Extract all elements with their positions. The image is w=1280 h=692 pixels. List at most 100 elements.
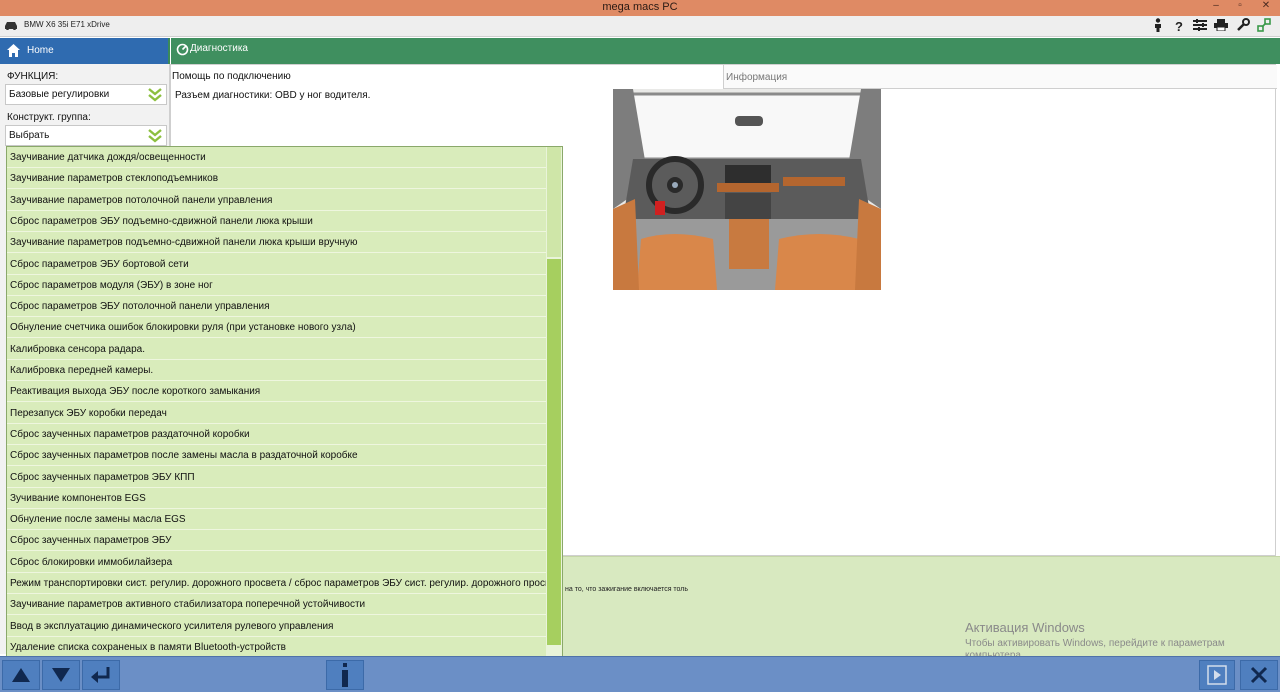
list-item[interactable]: Перезапуск ЭБУ коробки передач <box>7 402 546 424</box>
scroll-down-button[interactable] <box>42 660 80 690</box>
list-item-label: Заучивание датчика дождя/освещенности <box>10 152 206 163</box>
list-item-label: Заучивание параметров активного стабилиз… <box>10 599 366 611</box>
watermark-line: Чтобы активировать Windows, перейдите к … <box>965 638 1225 649</box>
tab-home-label: Home <box>27 45 54 56</box>
function-list: Заучивание датчика дождя/освещенности Зау… <box>6 146 563 658</box>
scrollbar-region[interactable] <box>547 147 561 257</box>
car-interior-image <box>613 89 881 290</box>
close-icon <box>1250 666 1268 684</box>
person-icon[interactable] <box>1150 18 1166 35</box>
list-item-label: Сброс параметров ЭБУ бортовой сети <box>10 258 189 270</box>
list-item[interactable]: Ввод в эксплуатацию динамического усилит… <box>7 615 546 637</box>
diagnostics-icon <box>176 43 189 56</box>
settings-list-icon[interactable] <box>1192 18 1208 35</box>
list-item-label: Калибровка передней камеры. <box>10 365 154 376</box>
enter-icon <box>91 667 110 683</box>
list-item-label: Сброс заученных параметров раздаточной к… <box>10 428 250 440</box>
list-item[interactable]: Сброс заученных параметров ЭБУ <box>7 530 546 552</box>
list-item-label: Реактивация выхода ЭБУ после короткого з… <box>10 386 261 398</box>
list-item[interactable]: Сброс заученных параметров ЭБУ КПП <box>7 466 546 488</box>
list-item[interactable]: Удаление списка сохраненых в памяти Blue… <box>7 636 546 657</box>
connection-help-text: Разъем диагностики: OBD у ног водителя. <box>175 90 371 101</box>
list-item-label: Заучивание параметров подъемно-сдвижной … <box>10 237 358 249</box>
list-item-label: Сброс заученных параметров после замены … <box>10 450 358 462</box>
list-item-label: Удаление списка сохраненых в памяти Blue… <box>10 641 286 653</box>
list-item-label: Зучивание компонентов EGS <box>10 492 146 504</box>
list-item[interactable]: Сброс параметров ЭБУ бортовой сети <box>7 253 546 275</box>
info-icon <box>342 663 348 687</box>
list-item-label: Ввод в эксплуатацию динамического усилит… <box>10 620 334 632</box>
status-text: на то, что зажигание включается толь <box>565 586 689 593</box>
info-button[interactable] <box>326 660 364 690</box>
arrow-down-icon <box>52 668 70 682</box>
list-item-label: Заучивание параметров стеклоподъемников <box>10 173 219 185</box>
main-tabs: Home Диагностика <box>0 38 1280 64</box>
list-item[interactable]: Заучивание параметров потолочной панели … <box>7 189 546 211</box>
list-item[interactable]: Обнуление после замены масла EGS <box>7 509 546 531</box>
list-item-label: Режим транспортировки сист. регулир. дор… <box>10 578 563 589</box>
list-item[interactable]: Калибровка сенсора радара. <box>7 338 546 360</box>
list-item[interactable]: Сброс блокировки иммобилайзера <box>7 551 546 573</box>
scrollbar-thumb[interactable] <box>547 259 561 645</box>
question-icon[interactable]: ? <box>1171 18 1187 35</box>
list-item-label: Обнуление счетчика ошибок блокировки рул… <box>10 322 356 334</box>
list-item[interactable]: Заучивание параметров активного стабилиз… <box>7 594 546 616</box>
tab-diagnostics[interactable]: Диагностика <box>170 38 1280 64</box>
vehicle-bar: BMW X6 35i E71 xDrive ? <box>0 16 1280 37</box>
watermark-title: Активация Windows <box>965 620 1085 635</box>
enter-button[interactable] <box>82 660 120 690</box>
list-item-label: Калибровка сенсора радара. <box>10 343 145 355</box>
list-item[interactable]: Сброс параметров ЭБУ подъемно-сдвижной п… <box>7 210 546 232</box>
tab-information[interactable]: Информация <box>723 65 1277 89</box>
group-select-value: Выбрать <box>9 130 50 141</box>
list-item[interactable]: Заучивание датчика дождя/освещенности <box>7 147 546 168</box>
function-label: ФУНКЦИЯ: <box>7 71 59 82</box>
list-item[interactable]: Заучивание параметров стеклоподъемников <box>7 168 546 190</box>
list-item[interactable]: Сброс параметров модуля (ЭБУ) в зоне ног <box>7 274 546 296</box>
maximize-button[interactable]: ▫ <box>1232 0 1248 14</box>
arrow-up-icon <box>12 668 30 682</box>
play-icon <box>1207 665 1227 685</box>
tab-home[interactable]: Home <box>0 38 168 64</box>
group-select[interactable]: Выбрать <box>5 125 167 146</box>
scroll-up-button[interactable] <box>2 660 40 690</box>
list-item[interactable]: Реактивация выхода ЭБУ после короткого з… <box>7 381 546 403</box>
wrench-icon[interactable] <box>1235 18 1251 35</box>
list-item[interactable]: Сброс заученных параметров после замены … <box>7 445 546 467</box>
tab-diagnostics-label: Диагностика <box>190 43 248 54</box>
windows-activation-watermark: Активация Windows Чтобы активировать Win… <box>965 620 1225 661</box>
vehicle-name: BMW X6 35i E71 xDrive <box>24 20 110 29</box>
close-button[interactable] <box>1240 660 1278 690</box>
printer-icon[interactable] <box>1213 18 1229 35</box>
list-item[interactable]: Заучивание параметров подъемно-сдвижной … <box>7 232 546 254</box>
list-item[interactable]: Сброс параметров ЭБУ потолочной панели у… <box>7 296 546 318</box>
window-close-button[interactable]: ✕ <box>1258 0 1274 14</box>
list-item-label: Сброс заученных параметров ЭБУ КПП <box>10 471 195 483</box>
group-label: Конструкт. группа: <box>7 112 91 123</box>
function-select[interactable]: Базовые регулировки <box>5 84 167 105</box>
list-item-label: Сброс параметров модуля (ЭБУ) в зоне ног <box>10 279 213 291</box>
list-item[interactable]: Калибровка передней камеры. <box>7 360 546 381</box>
chevron-double-down-icon <box>148 88 162 102</box>
list-item-label: Сброс параметров ЭБУ потолочной панели у… <box>10 301 270 313</box>
chevron-double-down-icon <box>148 129 162 143</box>
list-item[interactable]: Зучивание компонентов EGS <box>7 487 546 509</box>
list-item-label: Обнуление после замены масла EGS <box>10 514 186 526</box>
list-item-label: Сброс блокировки иммобилайзера <box>10 556 173 568</box>
function-select-value: Базовые регулировки <box>9 89 110 100</box>
list-item-label: Сброс заученных параметров ЭБУ <box>10 535 172 547</box>
list-item-label: Заучивание параметров потолочной панели … <box>10 194 273 206</box>
list-item[interactable]: Режим транспортировки сист. регулир. дор… <box>7 573 562 594</box>
home-icon <box>7 44 20 57</box>
bottom-toolbar <box>0 656 1280 692</box>
minimize-button[interactable]: ‒ <box>1208 0 1224 14</box>
list-item[interactable]: Сброс заученных параметров раздаточной к… <box>7 423 546 445</box>
car-icon <box>5 22 17 30</box>
window-title: mega macs PC <box>602 1 678 13</box>
tab-information-label: Информация <box>726 72 788 83</box>
connection-icon[interactable] <box>1256 18 1272 35</box>
play-button[interactable] <box>1199 660 1235 690</box>
list-item[interactable]: Обнуление счетчика ошибок блокировки рул… <box>7 317 546 339</box>
list-item-label: Перезапуск ЭБУ коробки передач <box>10 407 167 419</box>
list-item-label: Сброс параметров ЭБУ подъемно-сдвижной п… <box>10 215 313 227</box>
